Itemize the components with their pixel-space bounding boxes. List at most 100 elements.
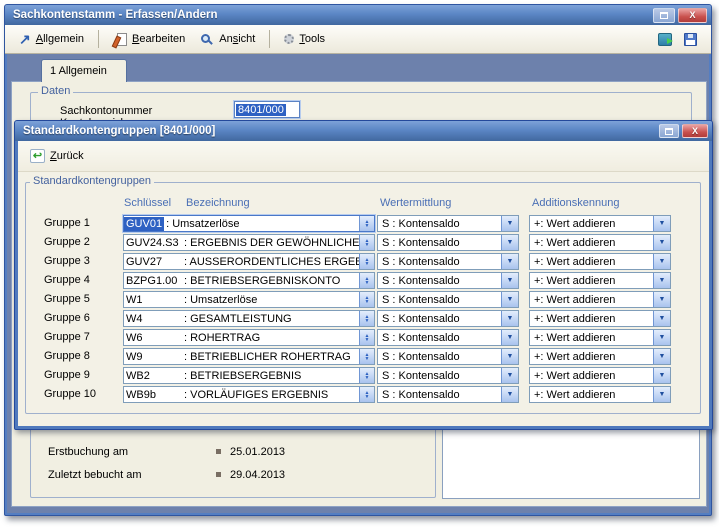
sachkontonummer-input[interactable]: 8401/000 — [234, 101, 300, 118]
dropdown-arrow-icon[interactable] — [501, 330, 518, 345]
wertermittlung-select[interactable]: S : Kontensaldo — [377, 272, 519, 289]
wertermittlung-value: S : Kontensaldo — [378, 236, 501, 250]
export-icon[interactable] — [658, 33, 672, 46]
restore-icon — [660, 12, 668, 19]
additionskennung-select[interactable]: +: Wert addieren — [529, 329, 671, 346]
dropdown-arrow-icon[interactable] — [501, 254, 518, 269]
spinner-button[interactable] — [359, 235, 374, 250]
bezeichnung-value: : AUSSERORDENTLICHES ERGEBNIS — [182, 255, 359, 269]
dropdown-arrow-icon[interactable] — [653, 216, 670, 231]
dropdown-arrow-icon[interactable] — [653, 273, 670, 288]
additionskennung-select[interactable]: +: Wert addieren — [529, 348, 671, 365]
schluessel-input[interactable]: GUV24.S3 : ERGEBNIS DER GEWÖHNLICHEN GES — [123, 234, 375, 251]
schluessel-input[interactable]: GUV27 : AUSSERORDENTLICHES ERGEBNIS — [123, 253, 375, 270]
wertermittlung-value: S : Kontensaldo — [378, 312, 501, 326]
additionskennung-select[interactable]: +: Wert addieren — [529, 310, 671, 327]
wertermittlung-select[interactable]: S : Kontensaldo — [377, 329, 519, 346]
spinner-button[interactable] — [359, 368, 374, 383]
additionskennung-select[interactable]: +: Wert addieren — [529, 291, 671, 308]
dropdown-arrow-icon[interactable] — [501, 387, 518, 402]
tab-allgemein[interactable]: 1 Allgemein — [41, 59, 127, 82]
schluessel-input[interactable]: WB2 : BETRIEBSERGEBNIS — [123, 367, 375, 384]
toolbar-label: Allgemein — [36, 33, 84, 45]
wertermittlung-select[interactable]: S : Kontensaldo — [377, 310, 519, 327]
dropdown-arrow-icon[interactable] — [501, 216, 518, 231]
wertermittlung-select[interactable]: S : Kontensaldo — [377, 348, 519, 365]
spinner-button[interactable] — [359, 387, 374, 402]
daten-group-label: Daten — [38, 85, 73, 97]
spinner-button[interactable] — [359, 273, 374, 288]
dropdown-arrow-icon[interactable] — [653, 368, 670, 383]
dropdown-arrow-icon[interactable] — [653, 311, 670, 326]
wertermittlung-select[interactable]: S : Kontensaldo — [377, 234, 519, 251]
close-button[interactable]: X — [678, 8, 707, 23]
dropdown-arrow-icon[interactable] — [501, 292, 518, 307]
schluessel-input[interactable]: GUV01 : Umsatzerlöse — [123, 215, 375, 232]
column-header-bezeichnung: Bezeichnung — [186, 197, 250, 209]
dropdown-arrow-icon[interactable] — [501, 311, 518, 326]
zurueck-button[interactable]: Zurück — [26, 147, 88, 165]
additionskennung-select[interactable]: +: Wert addieren — [529, 367, 671, 384]
main-window: Sachkontenstamm - Erfassen/Ändern X Allg… — [4, 4, 712, 516]
schluessel-input[interactable]: WB9b : VORLÄUFIGES ERGEBNIS — [123, 386, 375, 403]
group-row-label: Gruppe 3 — [44, 255, 90, 267]
dropdown-arrow-icon[interactable] — [653, 292, 670, 307]
dialog-title: Standardkontengruppen [8401/000] — [23, 125, 659, 137]
group-row-label: Gruppe 8 — [44, 350, 90, 362]
wertermittlung-value: S : Kontensaldo — [378, 350, 501, 364]
toolbar-item-bearbeiten[interactable]: Bearbeiten — [109, 31, 189, 48]
wertermittlung-select[interactable]: S : Kontensaldo — [377, 367, 519, 384]
dropdown-arrow-icon[interactable] — [501, 349, 518, 364]
window-title: Sachkontenstamm - Erfassen/Ändern — [13, 9, 653, 21]
toolbar-item-tools[interactable]: Tools — [280, 31, 329, 47]
wertermittlung-value: S : Kontensaldo — [378, 388, 501, 402]
zurueck-label: Zurück — [50, 150, 84, 162]
dropdown-arrow-icon[interactable] — [653, 254, 670, 269]
wertermittlung-value: S : Kontensaldo — [378, 293, 501, 307]
toolbar-label: Tools — [299, 33, 325, 45]
toolbar-item-ansicht[interactable]: Ansicht — [197, 31, 259, 47]
spinner-button[interactable] — [359, 311, 374, 326]
wertermittlung-select[interactable]: S : Kontensaldo — [377, 291, 519, 308]
dropdown-arrow-icon[interactable] — [501, 273, 518, 288]
schluessel-input[interactable]: W6 : ROHERTRAG — [123, 329, 375, 346]
additionskennung-select[interactable]: +: Wert addieren — [529, 234, 671, 251]
value-marker-icon — [216, 472, 221, 477]
schluessel-value: GUV27 — [124, 255, 182, 269]
wertermittlung-value: S : Kontensaldo — [378, 217, 501, 231]
schluessel-input[interactable]: W4 : GESAMTLEISTUNG — [123, 310, 375, 327]
dropdown-arrow-icon[interactable] — [653, 349, 670, 364]
spinner-button[interactable] — [359, 330, 374, 345]
spinner-button[interactable] — [359, 216, 374, 231]
toolbar-label: Bearbeiten — [132, 33, 185, 45]
wertermittlung-select[interactable]: S : Kontensaldo — [377, 386, 519, 403]
spinner-button[interactable] — [359, 349, 374, 364]
schluessel-input[interactable]: W1 : Umsatzerlöse — [123, 291, 375, 308]
wertermittlung-select[interactable]: S : Kontensaldo — [377, 253, 519, 270]
additionskennung-select[interactable]: +: Wert addieren — [529, 253, 671, 270]
maximize-button[interactable] — [653, 8, 675, 23]
additionskennung-select[interactable]: +: Wert addieren — [529, 386, 671, 403]
dialog-close-button[interactable]: X — [682, 124, 708, 138]
dropdown-arrow-icon[interactable] — [501, 235, 518, 250]
dialog-maximize-button[interactable] — [659, 124, 679, 138]
close-icon: X — [692, 127, 698, 136]
bezeichnung-value: : ERGEBNIS DER GEWÖHNLICHEN GES — [182, 236, 359, 250]
schluessel-input[interactable]: BZPG1.00 : BETRIEBSERGEBNISKONTO — [123, 272, 375, 289]
schluessel-input[interactable]: W9 : BETRIEBLICHER ROHERTRAG — [123, 348, 375, 365]
spinner-button[interactable] — [359, 292, 374, 307]
toolbar-separator — [269, 30, 270, 48]
toolbar-item-allgemein[interactable]: Allgemein — [15, 31, 88, 47]
dropdown-arrow-icon[interactable] — [653, 387, 670, 402]
spinner-button[interactable] — [359, 254, 374, 269]
dropdown-arrow-icon[interactable] — [653, 330, 670, 345]
wertermittlung-select[interactable]: S : Kontensaldo — [377, 215, 519, 232]
dropdown-arrow-icon[interactable] — [653, 235, 670, 250]
dropdown-arrow-icon[interactable] — [501, 368, 518, 383]
additionskennung-value: +: Wert addieren — [530, 255, 653, 269]
schluessel-value: W6 — [124, 331, 182, 345]
additionskennung-select[interactable]: +: Wert addieren — [529, 272, 671, 289]
bezeichnung-value: : BETRIEBLICHER ROHERTRAG — [182, 350, 359, 364]
save-icon[interactable] — [684, 33, 697, 46]
additionskennung-select[interactable]: +: Wert addieren — [529, 215, 671, 232]
